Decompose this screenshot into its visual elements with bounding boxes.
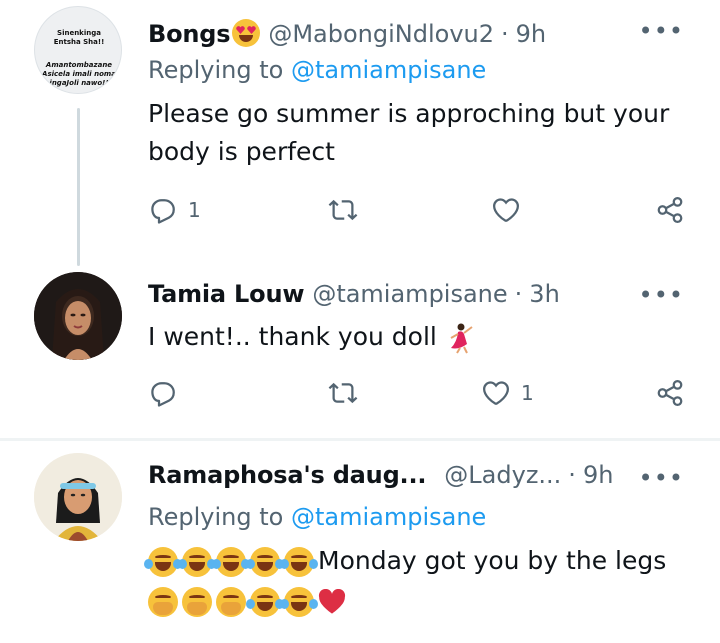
retweet-icon (328, 199, 358, 221)
display-name[interactable]: Bongs (148, 20, 231, 48)
replying-to: Replying to @tamiampisane (148, 56, 486, 84)
tears-of-joy-emoji-icon (280, 547, 318, 577)
avatar-text-top: Sinenkinga Entsha Sha!! (53, 29, 105, 46)
thread-line (77, 108, 80, 266)
avatar-tamia[interactable] (34, 272, 122, 360)
timestamp[interactable]: 9h (583, 461, 613, 489)
tweet-header: Bongs @MabongiNdlovu2 · 9h (148, 14, 546, 48)
reply-icon (151, 199, 175, 224)
hand-over-mouth-emoji-icon (182, 587, 212, 617)
tweet-tamia[interactable]: Tamia Louw @tamiampisane · 3h ••• I went… (0, 262, 720, 438)
tears-of-joy-emoji-icon (246, 587, 284, 617)
more-icon[interactable]: ••• (639, 19, 684, 43)
reply-button[interactable]: 1 (148, 195, 201, 225)
separator-dot: · (514, 280, 523, 308)
user-handle[interactable]: @Ladyz... (444, 461, 561, 489)
display-name[interactable]: Tamia Louw (148, 280, 305, 308)
red-heart-emoji-icon (318, 589, 346, 614)
separator-dot: · (501, 20, 509, 48)
tweet-text-content: Monday got you by the legs (318, 546, 667, 575)
tears-of-joy-emoji-icon (178, 547, 216, 577)
reply-button[interactable] (148, 378, 178, 408)
tweet-header: Ramaphosa's daug... @Ladyz... · 9h (148, 461, 613, 495)
avatar-bongs[interactable]: Sinenkinga Entsha Sha!! Amantombazane As… (34, 6, 122, 94)
tweet-text: Monday got you by the legs (144, 542, 708, 620)
user-handle[interactable]: @MabongiNdlovu2 (268, 20, 494, 48)
tweet-text-line: body is perfect (148, 137, 335, 166)
replying-to-label: Replying to (148, 56, 284, 84)
separator-dot: · (568, 461, 576, 489)
retweet-icon (328, 382, 358, 404)
like-count: 1 (521, 381, 534, 405)
more-icon[interactable]: ••• (639, 283, 684, 307)
tweet-bongs[interactable]: Sinenkinga Entsha Sha!! Amantombazane As… (0, 0, 720, 270)
avatar-photo (34, 453, 122, 541)
hand-over-mouth-emoji-icon (148, 587, 178, 617)
reply-count: 1 (188, 198, 201, 222)
replying-to: Replying to @tamiampisane (148, 503, 486, 531)
tears-of-joy-emoji-icon (144, 547, 182, 577)
heart-eyes-emoji-icon (232, 19, 261, 47)
share-button[interactable] (655, 378, 685, 408)
like-button[interactable]: 1 (481, 378, 534, 408)
hand-over-mouth-emoji-icon (216, 587, 246, 617)
tweet-header: Tamia Louw @tamiampisane · 3h (148, 280, 560, 314)
tweet-actions: 1 (148, 195, 693, 231)
tears-of-joy-emoji-icon (246, 547, 284, 577)
tweet-text: Please go summer is approching but your … (148, 95, 688, 171)
heart-icon (492, 198, 520, 222)
tweet-text-line: Please go summer is approching but your (148, 99, 670, 128)
tweet-actions: 1 (148, 378, 693, 414)
avatar-text-bottom: Amantombazane Asicela imali noma ingaJol… (42, 61, 116, 87)
replying-to-label: Replying to (148, 503, 284, 531)
reply-icon (151, 382, 175, 407)
user-handle[interactable]: @tamiampisane (312, 280, 507, 308)
retweet-button[interactable] (328, 195, 358, 225)
dancer-emoji-icon (450, 323, 473, 354)
heart-icon (482, 381, 510, 405)
share-icon (657, 197, 683, 223)
timestamp[interactable]: 9h (516, 20, 546, 48)
tears-of-joy-emoji-icon (280, 587, 318, 617)
tweet-ramaphosa[interactable]: Ramaphosa's daug... @Ladyz... · 9h ••• R… (0, 441, 720, 643)
tweet-text: I went!.. thank you doll (148, 318, 688, 356)
timestamp[interactable]: 3h (529, 280, 559, 308)
share-button[interactable] (655, 195, 685, 225)
avatar-ramaphosa[interactable] (34, 453, 122, 541)
retweet-button[interactable] (328, 378, 358, 408)
share-icon (657, 380, 683, 406)
tears-of-joy-emoji-icon (212, 547, 250, 577)
avatar-photo (34, 272, 122, 360)
display-name[interactable]: Ramaphosa's daug... (148, 461, 426, 489)
tweet-text-content: I went!.. thank you doll (148, 322, 437, 351)
like-button[interactable] (491, 195, 521, 225)
reply-mention-link[interactable]: @tamiampisane (291, 503, 486, 531)
reply-mention-link[interactable]: @tamiampisane (291, 56, 486, 84)
more-icon[interactable]: ••• (639, 466, 684, 490)
